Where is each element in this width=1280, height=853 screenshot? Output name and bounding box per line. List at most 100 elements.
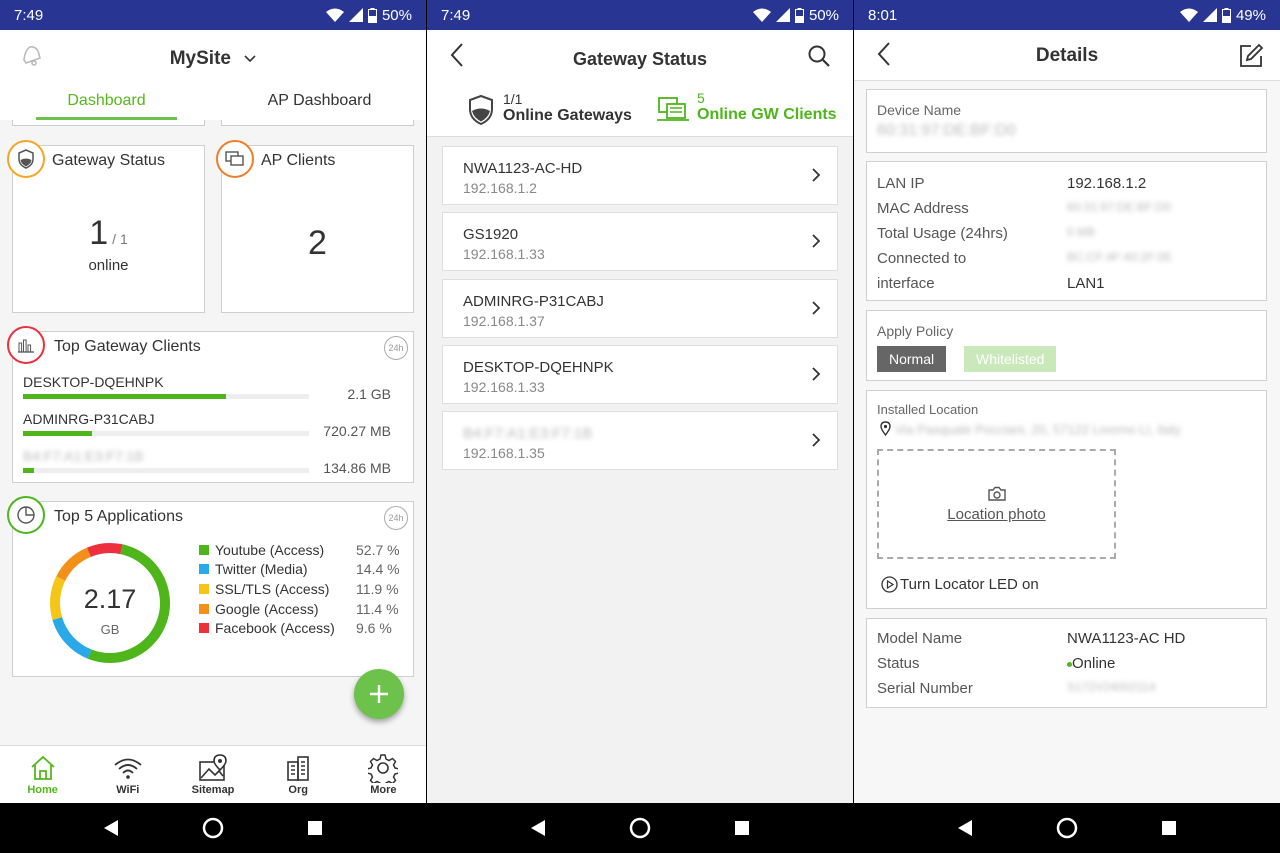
client-usage-bar [23,394,309,399]
legend-swatch [199,564,209,575]
locator-led-button[interactable]: Turn Locator LED on [881,576,1039,593]
status-bar: 7:49 50% [0,0,426,30]
chevron-right-icon [812,234,821,248]
tab-ap-dashboard[interactable]: AP Dashboard [213,92,426,120]
home-nav-button[interactable] [625,813,655,843]
recents-nav-button[interactable] [300,813,330,843]
tab-dashboard[interactable]: Dashboard [0,92,213,120]
chevron-right-icon [812,300,821,315]
top-applications-card[interactable]: Top 5 Applications 24h 2.17 GB Youtube (… [7,496,414,677]
nav-org[interactable]: Org [256,746,341,803]
client-usage: 134.86 MB [323,460,391,476]
location-photo-link[interactable]: Location photo [947,506,1045,523]
ap-clients-card[interactable]: AP Clients 2 [216,140,414,313]
legend-item: Twitter (Media) 14.4 % [199,560,404,580]
nav-more[interactable]: More [341,746,426,803]
online-clients-count: 5 [697,90,705,106]
client-usage-fill [23,394,227,399]
nav-sitemap[interactable]: Sitemap [170,746,255,803]
gateway-list-item[interactable]: ADMINRG-P31CABJ 192.168.1.37 [442,278,838,338]
gateway-device-name: GS1920 [463,226,519,244]
ap-clients-count: 2 [308,224,327,262]
connected-to-value: BC:CF:4F:40:2F:0E [1067,250,1173,264]
gateway-list-item[interactable]: GS1920 192.168.1.33 [442,212,838,272]
android-nav-bar [427,803,853,853]
chevron-right-icon [812,168,821,182]
nav-more-label: More [370,784,397,796]
client-usage: 720.27 MB [323,423,391,439]
client-name: ADMINRG-P31CABJ [23,411,155,427]
app-header: Gateway Status 1/1 Online Gateways 5 Onl… [427,30,853,137]
online-gateways-summary[interactable]: 1/1 Online Gateways [467,90,632,126]
recents-nav-button[interactable] [1154,813,1184,843]
nav-wifi[interactable]: WiFi [85,746,170,803]
recents-nav-button[interactable] [727,813,757,843]
top-apps-title: Top 5 Applications [54,508,183,525]
building-icon [287,756,310,781]
online-clients-label: Online GW Clients [697,106,837,123]
home-nav-button[interactable] [198,813,228,843]
connected-to-label: Connected to [877,250,967,267]
gateway-device-ip: 192.168.1.37 [463,312,545,329]
locator-led-label: Turn Locator LED on [900,576,1039,593]
client-row[interactable]: ADMINRG-P31CABJ 720.27 MB [23,411,391,441]
legend-label: Google (Access) [215,600,319,617]
nav-home[interactable]: Home [0,746,85,803]
client-usage-fill [23,468,35,473]
add-button[interactable] [354,669,404,719]
gateway-list-item[interactable]: DESKTOP-DQEHNPK 192.168.1.33 [442,344,838,404]
donut-segment [86,543,123,557]
online-clients-summary[interactable]: 5 Online GW Clients [657,90,837,124]
dashboard-screen: 7:49 50% MySite Dashboard AP Dashboard G… [0,0,426,853]
client-row[interactable]: DESKTOP-DQEHNPK 2.1 GB [23,374,391,404]
device-info-section: Model Name NWA1123-AC HD Status Online S… [866,618,1267,708]
search-icon[interactable] [807,44,831,68]
pie-chart-icon [7,496,45,534]
back-nav-button[interactable] [96,813,126,843]
total-usage-value: 0 MB [1067,225,1096,239]
gateway-list-item[interactable]: NWA1123-AC-HD 192.168.1.2 [442,146,838,205]
policy-whitelisted-button[interactable]: Whitelisted [964,346,1057,372]
wifi-icon [114,758,142,779]
legend-swatch [199,623,209,634]
site-selector[interactable]: MySite [0,48,426,70]
details-screen: 8:01 49% Details Device Name 60:31:97:DE… [854,0,1280,853]
gateway-shield-icon [469,94,493,126]
legend-item: Youtube (Access) 52.7 % [199,540,404,560]
card-edge [12,120,205,126]
ap-clients-icon [216,140,254,178]
gateway-device-name: DESKTOP-DQEHNPK [463,358,614,376]
location-photo-box[interactable]: Location photo [877,449,1116,559]
bottom-navigation: Home WiFi Sitemap Org More [0,745,426,803]
back-nav-button[interactable] [950,813,980,843]
client-row[interactable]: B4:F7:A1:E3:F7:1B 134.86 MB [23,448,391,478]
chevron-down-icon [244,55,256,63]
edit-icon[interactable] [1238,43,1264,69]
back-triangle-icon [958,820,972,836]
policy-normal-button[interactable]: Normal [877,346,947,372]
cell-signal-icon [1202,8,1217,22]
status-time: 7:49 [14,6,44,24]
legend-item: Google (Access) 11.4 % [199,599,404,619]
status-value: Online [1067,655,1115,672]
back-nav-button[interactable] [523,813,553,843]
home-nav-button[interactable] [1052,813,1082,843]
device-name-value[interactable]: 60:31:97:DE:BF:D0 [877,122,1016,140]
gateway-status-card[interactable]: Gateway Status 1/ 1 online [7,140,205,313]
total-usage-label: Total Usage (24hrs) [877,225,1008,242]
wifi-signal-icon [752,8,771,22]
client-name: DESKTOP-DQEHNPK [23,374,164,390]
app-header: MySite Dashboard AP Dashboard [0,30,426,120]
gateway-device-ip: 192.168.1.35 [463,445,545,462]
gateway-list-item[interactable]: B4:F7:A1:E3:F7:1B 192.168.1.35 [442,411,838,471]
period-24h-badge: 24h [384,506,408,530]
top-gateway-clients-card[interactable]: Top Gateway Clients 24h DESKTOP-DQEHNPK 2… [7,326,414,483]
legend-swatch [199,603,209,614]
device-name-label: Device Name [877,102,962,118]
interface-label: interface [877,275,935,292]
status-time: 8:01 [868,6,898,24]
devices-icon [657,97,689,121]
dashboard-tabs: Dashboard AP Dashboard [0,92,426,120]
gateway-device-ip: 192.168.1.33 [463,246,545,263]
android-nav-bar [0,803,426,853]
